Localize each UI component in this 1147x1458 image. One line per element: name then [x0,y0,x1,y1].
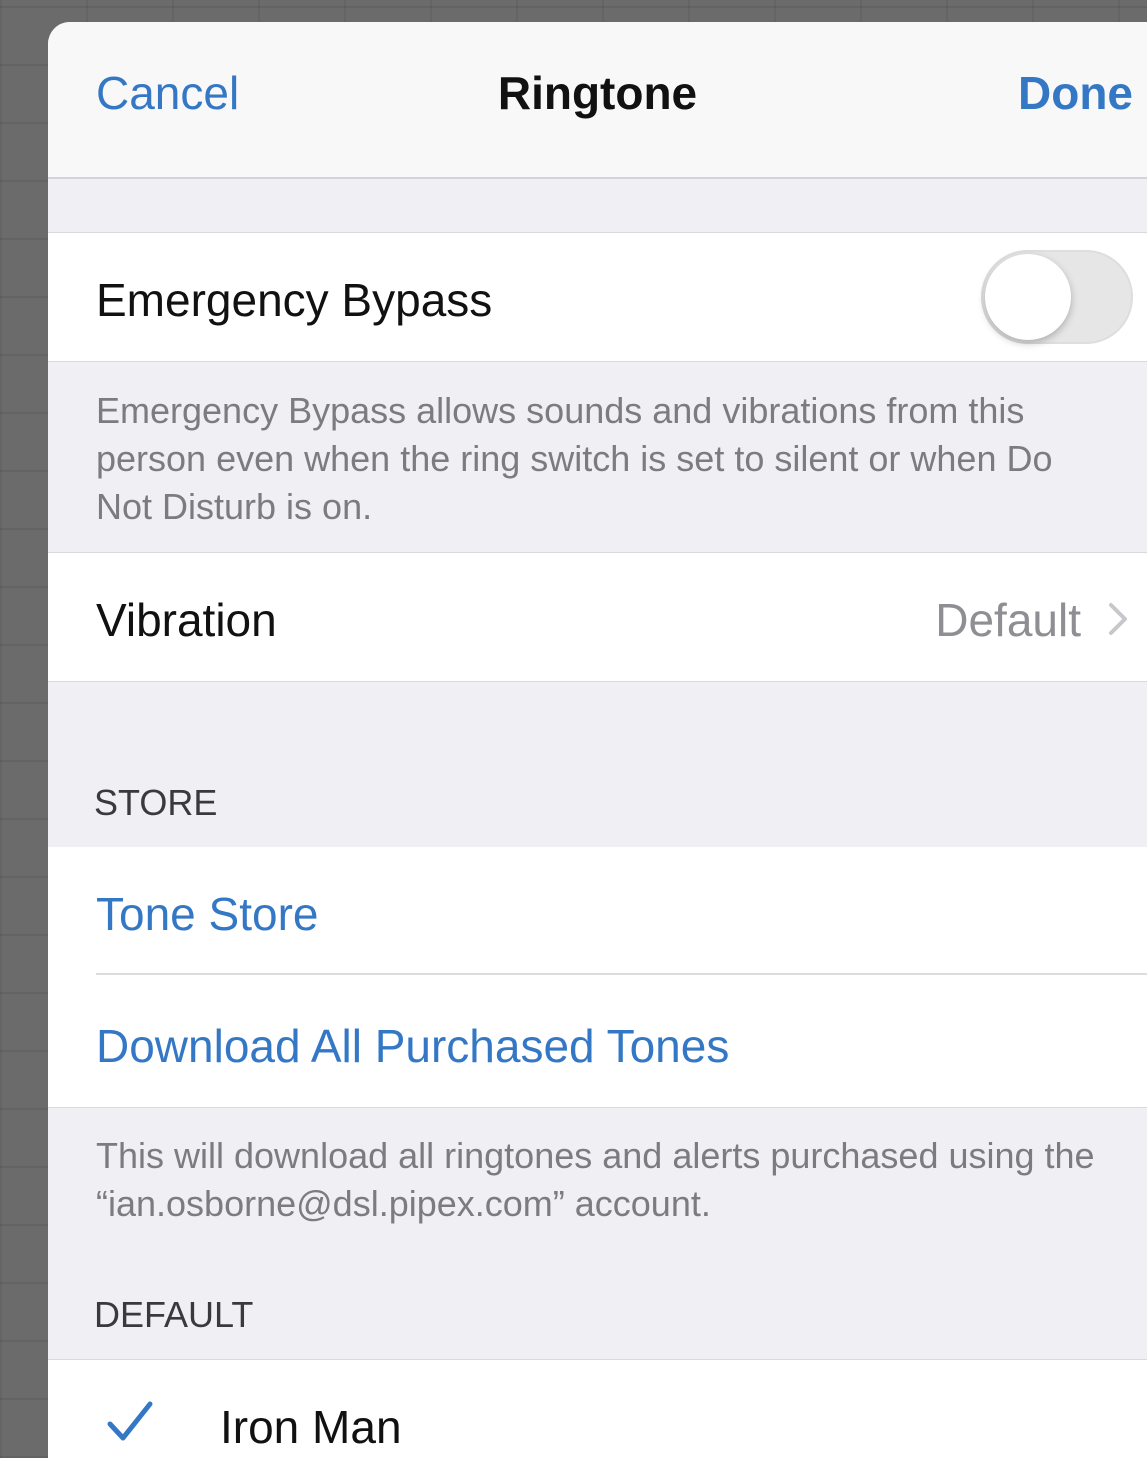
emergency-bypass-label: Emergency Bypass [96,274,493,326]
emergency-bypass-row: Emergency Bypass [48,232,1147,362]
tone-store-row[interactable]: Tone Store [48,847,1147,975]
checkmark-icon [107,1401,153,1441]
ringtone-name: Iron Man [220,1401,402,1453]
cancel-button[interactable]: Cancel [96,66,239,120]
emergency-bypass-footer: Emergency Bypass allows sounds and vibra… [96,390,1053,527]
store-section-header: STORE [94,782,218,823]
emergency-bypass-toggle[interactable] [981,250,1133,344]
toggle-knob [985,254,1071,340]
vibration-label: Vibration [96,594,277,646]
vibration-row[interactable]: Vibration Default [48,552,1147,682]
ringtone-list-item[interactable]: Iron Man [48,1359,1147,1458]
download-all-row[interactable]: Download All Purchased Tones [48,975,1147,1108]
ringtone-modal-sheet: Cancel Ringtone Done Emergency Bypass Em… [48,22,1147,1458]
done-button[interactable]: Done [1018,66,1133,120]
chevron-right-icon [1109,603,1127,635]
download-all-link[interactable]: Download All Purchased Tones [96,1019,729,1073]
navigation-bar: Cancel Ringtone Done [48,22,1147,179]
default-section-header: DEFAULT [94,1294,254,1335]
vibration-value: Default [935,594,1081,646]
tone-store-link[interactable]: Tone Store [96,887,318,941]
download-footer: This will download all ringtones and ale… [96,1135,1095,1224]
